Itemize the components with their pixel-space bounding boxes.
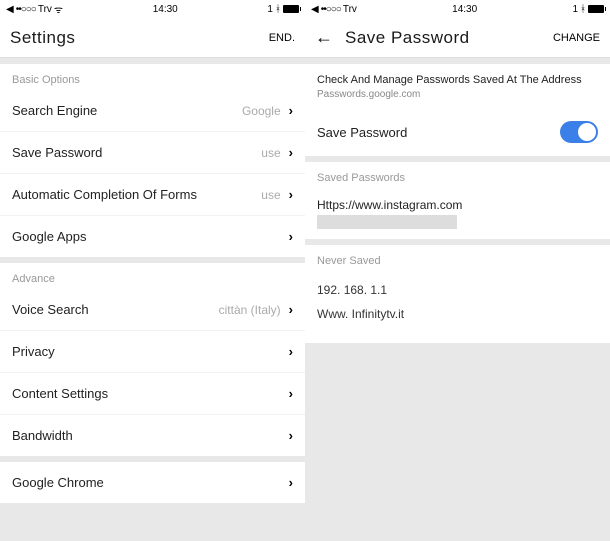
end-button[interactable]: END. [269,32,295,44]
save-password-toggle[interactable] [560,121,598,143]
save-password-row[interactable]: Save Password use › [0,132,305,174]
password-mask [317,215,457,229]
row-label: Save Password [317,125,560,140]
row-label: Search Engine [12,103,242,118]
chevron-right-icon: › [289,103,293,118]
autocomplete-forms-row[interactable]: Automatic Completion Of Forms use › [0,174,305,216]
save-password-header: ← Save Password CHANGE [305,18,610,58]
chevron-right-icon: › [289,344,293,359]
row-label: Bandwidth [12,428,289,443]
row-value: cittàn (Italy) [219,303,281,317]
privacy-row[interactable]: Privacy › [0,331,305,373]
status-bar: ◀ ••○○○ Trv 14:30 1ᚼ [305,0,610,18]
row-value: use [261,188,280,202]
content-settings-row[interactable]: Content Settings › [0,373,305,415]
status-right: 1ᚼ [267,4,299,15]
page-title: Save Password [345,28,470,48]
voice-search-row[interactable]: Voice Search cittàn (Italy) › [0,289,305,331]
chevron-right-icon: › [289,428,293,443]
saved-passwords-header: Saved Passwords [305,162,610,188]
change-button[interactable]: CHANGE [553,32,600,44]
status-right: 1ᚼ [572,4,604,15]
search-engine-row[interactable]: Search Engine Google › [0,90,305,132]
chevron-right-icon: › [289,475,293,490]
status-left: ◀ ••○○○ Trv ᯤ [6,2,63,16]
basic-section-header: Basic Options [0,64,305,90]
chevron-right-icon: › [289,145,293,160]
chevron-right-icon: › [289,229,293,244]
advance-section-header: Advance [0,263,305,289]
row-value: Google [242,104,281,118]
row-value: use [261,146,280,160]
saved-url: Https://www.instagram.com [317,198,598,212]
saved-password-item[interactable]: Https://www.instagram.com [305,188,610,239]
row-label: Save Password [12,145,261,160]
never-saved-item[interactable]: 192. 168. 1.1 [317,283,598,297]
chevron-right-icon: › [289,386,293,401]
row-label: Google Chrome [12,475,289,490]
status-left: ◀ ••○○○ Trv [311,4,357,15]
row-label: Automatic Completion Of Forms [12,187,261,202]
page-title: Settings [10,28,75,48]
save-password-toggle-row: Save Password [305,108,610,156]
chevron-right-icon: › [289,187,293,202]
status-time: 14:30 [153,4,178,15]
chevron-right-icon: › [289,302,293,317]
never-saved-header: Never Saved [305,245,610,271]
intro-text: Check And Manage Passwords Saved At The … [305,64,610,108]
row-label: Content Settings [12,386,289,401]
row-label: Voice Search [12,302,219,317]
row-label: Privacy [12,344,289,359]
google-chrome-row[interactable]: Google Chrome › [0,462,305,503]
status-bar: ◀ ••○○○ Trv ᯤ 14:30 1ᚼ [0,0,305,18]
google-apps-row[interactable]: Google Apps › [0,216,305,257]
status-time: 14:30 [452,4,477,15]
back-arrow-icon[interactable]: ← [315,27,333,48]
never-saved-item[interactable]: Www. Infinitytv.it [317,307,598,321]
settings-header: Settings END. [0,18,305,58]
row-label: Google Apps [12,229,289,244]
passwords-link[interactable]: Passwords.google.com [317,89,598,100]
bandwidth-row[interactable]: Bandwidth › [0,415,305,456]
